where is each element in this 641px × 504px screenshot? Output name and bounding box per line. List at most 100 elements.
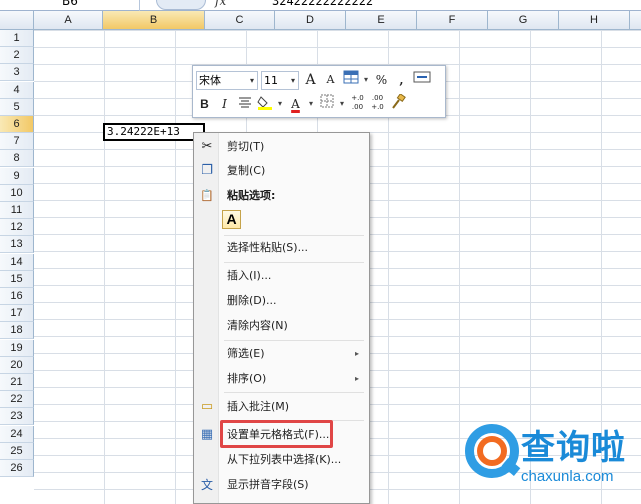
row-header-10[interactable]: 10 — [0, 184, 34, 202]
chevron-down-icon[interactable]: ▾ — [362, 70, 370, 90]
format-painter-icon — [391, 93, 406, 109]
formula-bar: B6 fx 32422222222222 — [0, 0, 641, 11]
italic-button[interactable]: I — [216, 94, 233, 114]
active-cell-b6[interactable]: 3.24222E+13 — [103, 123, 205, 141]
row-header-20[interactable]: 20 — [0, 356, 34, 374]
menu-item-paste-special[interactable]: 选择性粘贴(S)... — [194, 237, 369, 259]
menu-item-sort-label: 排序(O) — [227, 372, 267, 385]
menu-item-cut[interactable]: ✂ 剪切(T) — [194, 136, 369, 158]
row-header-14[interactable]: 14 — [0, 253, 34, 271]
row-header-8[interactable]: 8 — [0, 150, 34, 168]
row-header-4[interactable]: 4 — [0, 81, 34, 99]
column-header-g[interactable]: G — [488, 11, 559, 30]
menu-item-copy-label: 复制(C) — [227, 164, 266, 177]
paste-icon: 📋 — [200, 189, 214, 202]
row-header-26[interactable]: 26 — [0, 460, 34, 477]
name-box[interactable]: B6 — [0, 0, 140, 11]
submenu-arrow-icon: ▸ — [354, 349, 359, 358]
row-header-2[interactable]: 2 — [0, 47, 34, 65]
menu-item-copy[interactable]: ❐ 复制(C) — [194, 160, 369, 182]
bold-button[interactable]: B — [196, 94, 213, 114]
row-header-13[interactable]: 13 — [0, 236, 34, 254]
menu-separator — [224, 392, 364, 393]
column-header-h[interactable]: H — [559, 11, 630, 30]
menu-item-paste-options: 📋 粘贴选项: — [194, 185, 369, 207]
row-header-18[interactable]: 18 — [0, 322, 34, 340]
row-header-17[interactable]: 17 — [0, 305, 34, 323]
cell-styles-button[interactable] — [342, 70, 359, 90]
menu-item-cut-label: 剪切(T) — [227, 140, 265, 153]
row-header-7[interactable]: 7 — [0, 133, 34, 151]
chevron-down-icon[interactable]: ▾ — [276, 94, 284, 114]
font-size-combo[interactable]: 11 ▾ — [261, 70, 299, 90]
row-header-16[interactable]: 16 — [0, 288, 34, 305]
row-header-19[interactable]: 19 — [0, 339, 34, 357]
column-header-i[interactable] — [630, 11, 641, 30]
row-header-5[interactable]: 5 — [0, 98, 34, 116]
increase-decimal-button[interactable]: +.0 .00 — [349, 94, 366, 114]
paste-option-button[interactable]: A — [222, 210, 241, 229]
menu-item-paste-special-label: 选择性粘贴(S)... — [227, 241, 309, 254]
font-color-button[interactable]: A — [287, 94, 304, 114]
row-header-25[interactable]: 25 — [0, 442, 34, 460]
fill-color-button[interactable] — [256, 94, 273, 114]
row-header-22[interactable]: 22 — [0, 391, 34, 409]
menu-item-phonetic[interactable]: 文 显示拼音字段(S) — [194, 474, 369, 496]
mini-toolbar: 宋体 ▾ 11 ▾ A A ▾ % , B I ▾ A ▾ ▾ +.0 .00 … — [192, 65, 446, 118]
borders-icon — [320, 94, 333, 108]
column-header-d[interactable]: D — [275, 11, 346, 30]
submenu-arrow-icon: ▸ — [354, 374, 359, 383]
menu-item-delete-label: 删除(D)... — [227, 294, 277, 307]
row-header-21[interactable]: 21 — [0, 374, 34, 391]
insert-function-button[interactable]: fx — [215, 0, 226, 8]
menu-item-delete[interactable]: 删除(D)... — [194, 290, 369, 312]
watermark-logo: 查询啦 chaxunla.com — [463, 420, 641, 504]
column-header-c[interactable]: C — [205, 11, 275, 30]
chevron-down-icon: ▾ — [290, 75, 295, 85]
decrease-decimal-button[interactable]: .00 +.0 — [369, 94, 386, 114]
format-painter-button[interactable] — [389, 93, 406, 114]
column-header-e[interactable]: E — [346, 11, 417, 30]
chevron-down-icon[interactable]: ▾ — [307, 94, 315, 114]
row-header-24[interactable]: 24 — [0, 425, 34, 443]
font-size-value: 11 — [264, 73, 278, 87]
font-name-combo[interactable]: 宋体 ▾ — [196, 70, 258, 90]
row-header-12[interactable]: 12 — [0, 219, 34, 237]
formula-bar-buttons[interactable] — [156, 0, 206, 10]
column-header-a[interactable]: A — [34, 11, 103, 30]
row-header-6[interactable]: 6 — [0, 116, 34, 133]
center-align-button[interactable] — [236, 94, 253, 114]
select-all-corner[interactable] — [0, 11, 34, 30]
row-header-9[interactable]: 9 — [0, 167, 34, 185]
menu-item-filter-label: 筛选(E) — [227, 347, 265, 360]
scissors-icon: ✂ — [201, 139, 213, 154]
formula-input[interactable]: 32422222222222 — [272, 0, 373, 8]
grow-font-button[interactable]: A — [302, 70, 319, 90]
row-header-11[interactable]: 11 — [0, 202, 34, 219]
row-header-3[interactable]: 3 — [0, 64, 34, 82]
menu-item-insert-comment[interactable]: ▭ 插入批注(M) — [194, 396, 369, 418]
menu-item-filter[interactable]: 筛选(E) ▸ — [194, 343, 369, 365]
menu-item-sort[interactable]: 排序(O) ▸ — [194, 368, 369, 390]
shrink-font-button[interactable]: A — [322, 70, 339, 90]
magnifier-inner — [477, 436, 507, 466]
menu-item-paste-options-label: 粘贴选项: — [227, 189, 276, 202]
menu-separator — [224, 262, 364, 263]
comma-style-button[interactable]: , — [393, 70, 410, 90]
menu-item-pick-from-list[interactable]: 从下拉列表中选择(K)... — [194, 449, 369, 471]
merge-center-button[interactable] — [413, 70, 431, 90]
row-header-23[interactable]: 23 — [0, 408, 34, 426]
chevron-down-icon[interactable]: ▾ — [338, 94, 346, 114]
menu-item-phonetic-label: 显示拼音字段(S) — [227, 478, 309, 491]
percent-style-button[interactable]: % — [373, 70, 390, 90]
column-header-f[interactable]: F — [417, 11, 488, 30]
row-header-1[interactable]: 1 — [0, 30, 34, 47]
column-header-b[interactable]: B — [103, 11, 205, 30]
borders-button[interactable] — [318, 94, 335, 114]
menu-item-clear-contents[interactable]: 清除内容(N) — [194, 315, 369, 337]
chevron-down-icon: ▾ — [249, 75, 254, 85]
comment-icon: ▭ — [200, 399, 214, 414]
watermark-domain: chaxunla.com — [521, 468, 614, 485]
row-header-15[interactable]: 15 — [0, 270, 34, 288]
menu-item-insert[interactable]: 插入(I)... — [194, 265, 369, 287]
